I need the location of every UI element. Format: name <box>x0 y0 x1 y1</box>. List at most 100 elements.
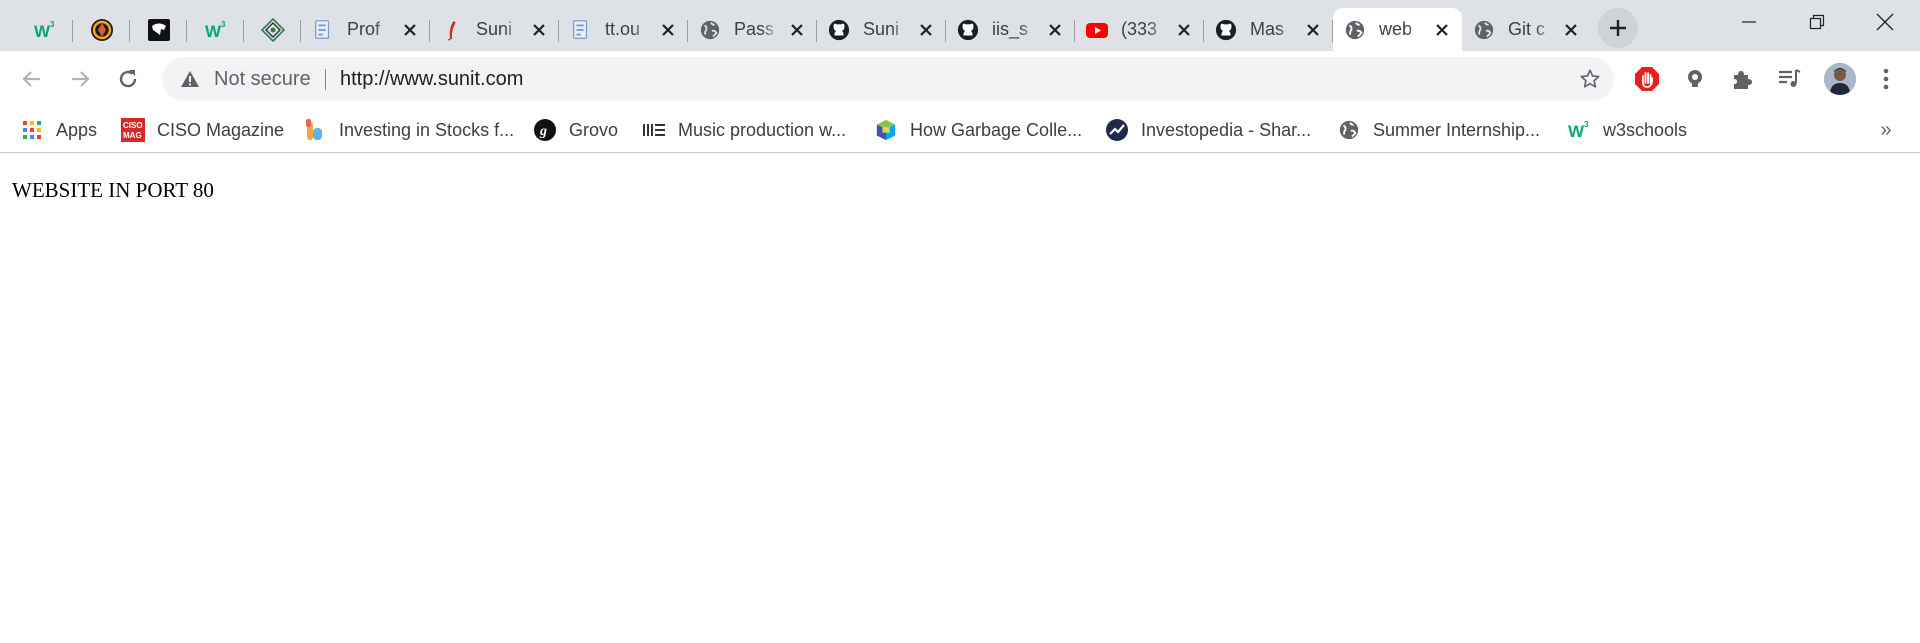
w3schools-icon: W3 <box>1567 118 1591 142</box>
tab-prof[interactable]: Prof <box>301 8 430 51</box>
bookmarks-bar: Apps CISO MAG CISO Magazine Investing in … <box>0 106 1920 153</box>
forward-button[interactable] <box>62 61 98 97</box>
close-icon[interactable] <box>400 20 420 40</box>
restore-icon <box>1809 14 1825 30</box>
bookmark-w3schools[interactable]: W3 w3schools <box>1567 116 1687 144</box>
github-icon <box>1214 18 1238 42</box>
browser-toolbar: Not secure http://www.sunit.com <box>0 51 1920 106</box>
apps-grid-icon <box>20 118 44 142</box>
tab-git[interactable]: Git c <box>1462 8 1591 51</box>
globe-icon <box>1343 18 1367 42</box>
bookmark-label: Grovo <box>569 119 619 140</box>
tab-strip: W3 W3 Prof Suni tt.ou Pass Suni iis_s (3… <box>0 0 1920 51</box>
tab-pinned-w3schools[interactable]: W3 <box>16 8 73 51</box>
tab-pinned-diamond-logo[interactable] <box>244 8 301 51</box>
security-status-label[interactable]: Not secure <box>214 68 311 91</box>
github-icon <box>827 18 851 42</box>
close-icon[interactable] <box>658 20 678 40</box>
tab-pinned-orange-logo[interactable] <box>73 8 130 51</box>
tab-list: W3 W3 Prof Suni tt.ou Pass Suni iis_s (3… <box>16 0 1591 51</box>
close-icon[interactable] <box>787 20 807 40</box>
arrow-back-icon <box>22 71 40 87</box>
bookmarks-overflow-button[interactable]: » <box>1874 118 1898 142</box>
address-divider <box>325 69 326 90</box>
window-close-button[interactable] <box>1850 0 1920 44</box>
restore-button[interactable] <box>1782 0 1852 44</box>
grovo-icon: g <box>533 118 557 142</box>
bookmark-star-icon[interactable] <box>1578 67 1602 91</box>
extensions-button[interactable] <box>1728 65 1756 93</box>
page-content: WEBSITE IN PORT 80 <box>0 154 1920 643</box>
reload-icon <box>119 70 137 88</box>
stop-hand-icon <box>1635 67 1659 91</box>
close-icon[interactable] <box>1045 20 1065 40</box>
tab-web-active[interactable]: web <box>1333 8 1462 51</box>
bookmark-garbage-collection[interactable]: How Garbage Colle... <box>874 116 1082 144</box>
tab-tt-ou[interactable]: tt.ou <box>559 8 688 51</box>
avatar-image <box>1824 63 1856 95</box>
tab-title: tt.ou <box>605 19 641 39</box>
back-button[interactable] <box>14 61 50 97</box>
tab-title: Suni <box>476 19 513 39</box>
tab-title: Git c <box>1508 19 1546 39</box>
close-icon[interactable] <box>916 20 936 40</box>
tab-pinned-w3schools-2[interactable]: W3 <box>187 8 244 51</box>
bookmark-label: Investing in Stocks f... <box>339 119 515 140</box>
bookmark-investing[interactable]: Investing in Stocks f... <box>303 116 514 144</box>
tab-title: Suni <box>863 19 900 39</box>
tab-suni-github[interactable]: Suni <box>817 8 946 51</box>
svg-text:3: 3 <box>1584 120 1589 129</box>
close-icon[interactable] <box>1303 20 1323 40</box>
close-icon[interactable] <box>1174 20 1194 40</box>
document-icon <box>569 18 593 42</box>
tab-youtube[interactable]: (333 <box>1075 8 1204 51</box>
svg-text:3: 3 <box>50 20 55 29</box>
bookmark-music-production[interactable]: Music production w... <box>642 116 846 144</box>
close-icon[interactable] <box>1432 20 1452 40</box>
svg-text:g: g <box>539 124 547 139</box>
puzzle-piece-icon <box>1734 71 1752 89</box>
bookmark-grovo[interactable]: g Grovo <box>533 116 618 144</box>
svg-text:MAG: MAG <box>123 131 142 140</box>
tab-title: web <box>1379 19 1413 39</box>
tab-title: Mas <box>1250 19 1285 39</box>
bookmark-label: Music production w... <box>678 119 847 140</box>
tab-mas[interactable]: Mas <box>1204 8 1333 51</box>
bookmark-ciso-magazine[interactable]: CISO MAG CISO Magazine <box>121 116 284 144</box>
orange-circle-logo-icon <box>90 18 114 42</box>
bookmark-apps[interactable]: Apps <box>20 116 97 144</box>
tab-title: Prof <box>347 19 381 39</box>
tab-pinned-black-logo[interactable] <box>130 8 187 51</box>
adblock-extension-button[interactable] <box>1633 65 1661 93</box>
close-icon[interactable] <box>1561 20 1581 40</box>
tab-suni-feather[interactable]: Suni <box>430 8 559 51</box>
reload-button[interactable] <box>110 61 146 97</box>
tab-title: iis_s <box>992 19 1029 39</box>
media-control-button[interactable] <box>1775 65 1803 93</box>
youtube-icon <box>1085 18 1109 42</box>
globe-icon <box>1472 18 1496 42</box>
minimize-button[interactable] <box>1714 0 1784 44</box>
bookmark-summer-internship[interactable]: Summer Internship... <box>1337 116 1540 144</box>
address-bar[interactable]: Not secure http://www.sunit.com <box>162 57 1614 101</box>
url-text[interactable]: http://www.sunit.com <box>340 68 523 91</box>
plus-icon <box>1610 20 1626 36</box>
globe-icon <box>1337 118 1361 142</box>
ciso-mag-icon: CISO MAG <box>121 118 145 142</box>
profile-avatar[interactable] <box>1824 63 1856 95</box>
close-icon[interactable] <box>529 20 549 40</box>
warning-icon[interactable] <box>178 67 202 91</box>
new-tab-button[interactable] <box>1598 8 1638 48</box>
github-icon <box>956 18 980 42</box>
tab-pass[interactable]: Pass <box>688 8 817 51</box>
bookmark-investopedia[interactable]: Investopedia - Shar... <box>1105 116 1311 144</box>
document-icon <box>311 18 335 42</box>
tab-iis-s[interactable]: iis_s <box>946 8 1075 51</box>
bookmark-label: w3schools <box>1603 119 1688 140</box>
bookmark-label: How Garbage Colle... <box>910 119 1083 140</box>
diamond-logo-icon <box>260 17 285 42</box>
w3schools-icon: W3 <box>33 18 57 42</box>
lightbulb-extension-button[interactable] <box>1681 65 1709 93</box>
close-icon <box>1876 13 1894 31</box>
chrome-menu-button[interactable] <box>1872 65 1900 93</box>
